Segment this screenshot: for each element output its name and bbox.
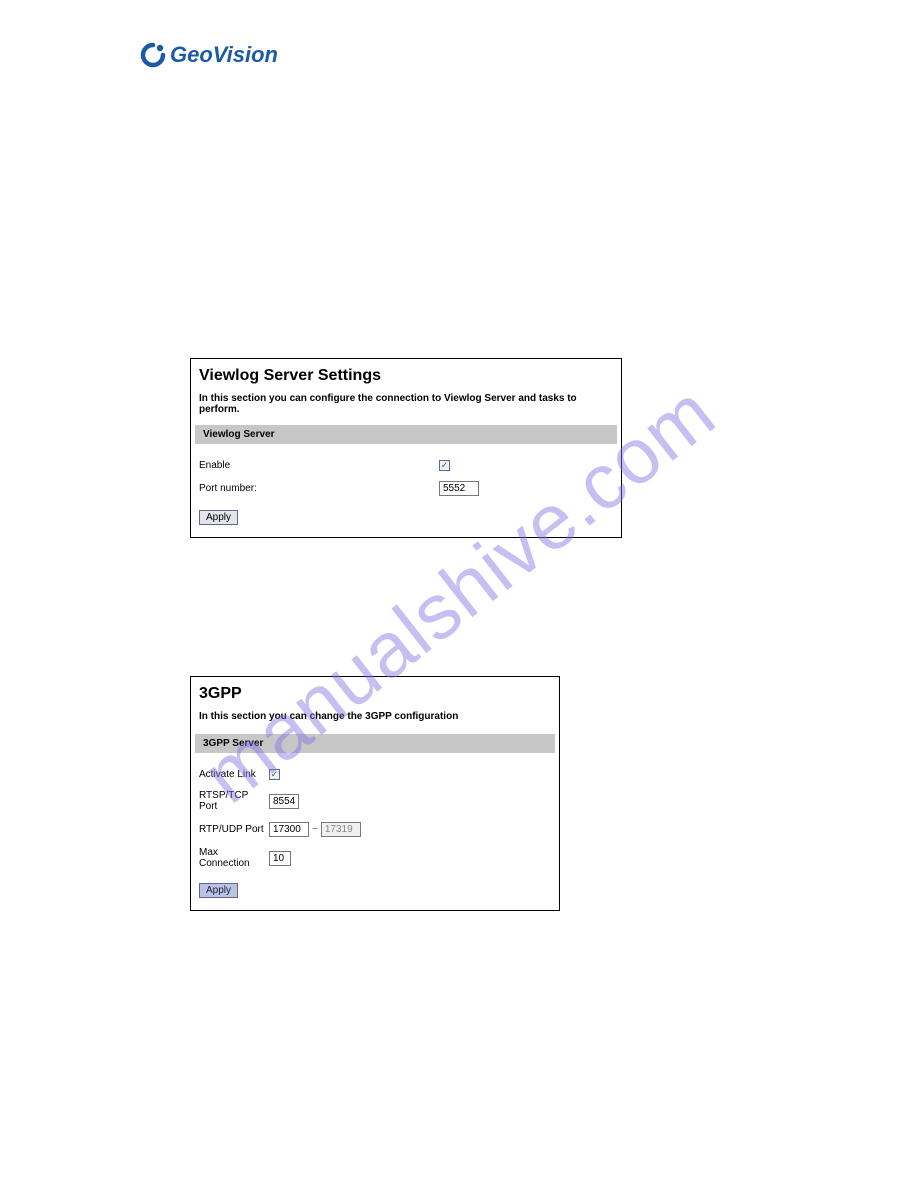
enable-checkbox[interactable]: ✓	[439, 460, 450, 471]
panel1-section: Viewlog Server	[195, 425, 617, 444]
port-input[interactable]: 5552	[439, 481, 479, 496]
max-row: Max Connection 10	[199, 847, 551, 869]
apply-button[interactable]: Apply	[199, 510, 238, 525]
rtp-row: RTP/UDP Port 17300 ~ 17319	[199, 822, 551, 837]
enable-label: Enable	[199, 460, 439, 471]
brand-logo: GeoVision	[140, 42, 278, 68]
activate-label: Activate Link	[199, 769, 269, 780]
logo-icon	[140, 42, 166, 68]
panel2-section: 3GPP Server	[195, 734, 555, 753]
rtsp-label: RTSP/TCP Port	[199, 790, 269, 812]
enable-row: Enable ✓	[199, 460, 613, 471]
panel2-title: 3GPP	[199, 685, 551, 703]
max-label: Max Connection	[199, 847, 269, 869]
panel2-desc: In this section you can change the 3GPP …	[199, 711, 551, 722]
rtp-to-input: 17319	[321, 822, 361, 837]
logo-geo: Geo	[170, 42, 213, 67]
max-input[interactable]: 10	[269, 851, 291, 866]
rtsp-input[interactable]: 8554	[269, 794, 299, 809]
3gpp-panel: 3GPP In this section you can change the …	[190, 676, 560, 911]
viewlog-server-panel: Viewlog Server Settings In this section …	[190, 358, 622, 538]
apply-button-2[interactable]: Apply	[199, 883, 238, 898]
rtp-label: RTP/UDP Port	[199, 824, 269, 835]
panel1-desc: In this section you can configure the co…	[199, 393, 613, 415]
port-row: Port number: 5552	[199, 481, 613, 496]
rtsp-row: RTSP/TCP Port 8554	[199, 790, 551, 812]
activate-checkbox[interactable]: ✓	[269, 769, 280, 780]
range-separator: ~	[312, 824, 318, 835]
activate-row: Activate Link ✓	[199, 769, 551, 780]
logo-vision: Vision	[213, 42, 278, 67]
panel1-title: Viewlog Server Settings	[199, 367, 613, 385]
logo-text: GeoVision	[170, 42, 278, 68]
port-label: Port number:	[199, 483, 439, 494]
rtp-from-input[interactable]: 17300	[269, 822, 309, 837]
